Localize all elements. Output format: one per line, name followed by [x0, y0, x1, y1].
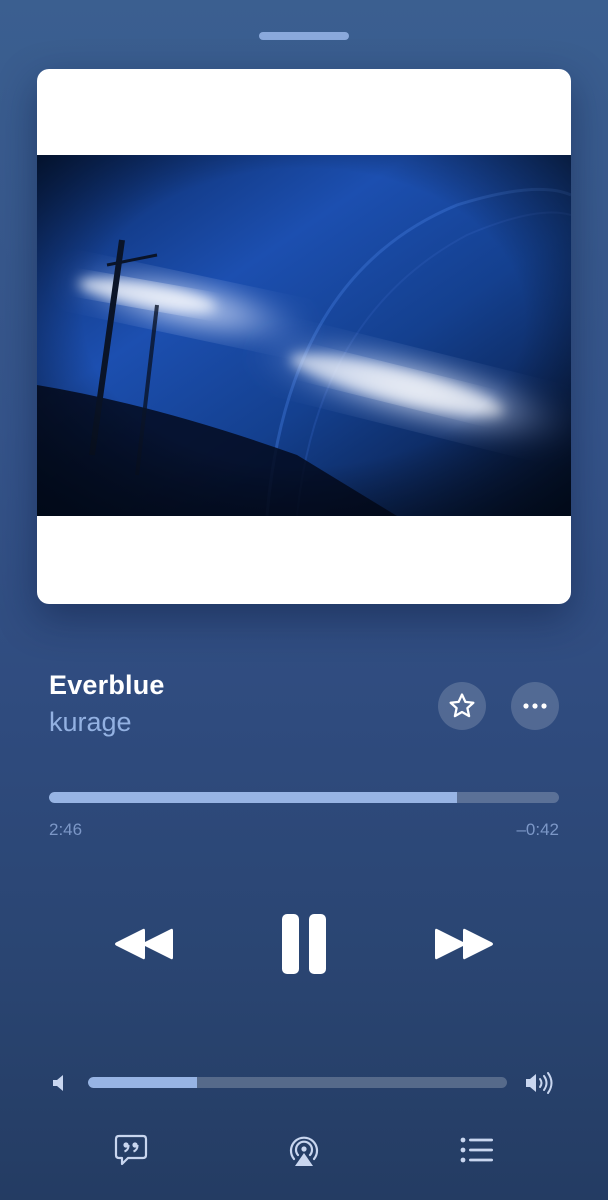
volume-level-fill	[88, 1077, 197, 1088]
remaining-time: –0:42	[516, 820, 559, 839]
lyrics-button[interactable]	[111, 1130, 151, 1170]
queue-list-icon	[460, 1137, 493, 1163]
artwork-photo	[37, 155, 571, 516]
playback-scrubber[interactable]	[49, 792, 559, 803]
sheet-grabber[interactable]	[259, 32, 349, 40]
rewind-button[interactable]	[110, 920, 178, 968]
speaker-high-icon	[526, 1072, 553, 1094]
more-options-button[interactable]	[511, 682, 559, 730]
airplay-icon	[289, 1136, 319, 1166]
volume-slider[interactable]	[88, 1077, 507, 1088]
lyrics-quote-icon	[114, 1134, 148, 1166]
elapsed-time: 2:46	[49, 820, 83, 839]
pause-button[interactable]	[276, 910, 332, 978]
favorite-button[interactable]	[438, 682, 486, 730]
star-icon	[449, 693, 475, 718]
ellipsis-icon	[523, 703, 547, 709]
fast-forward-icon	[435, 928, 493, 960]
queue-button[interactable]	[457, 1130, 497, 1170]
album-artwork	[37, 69, 571, 604]
airplay-button[interactable]	[284, 1130, 324, 1170]
track-artist[interactable]: kurage	[49, 707, 132, 738]
speaker-low-icon	[53, 1075, 63, 1091]
fast-forward-button[interactable]	[430, 920, 498, 968]
rewind-icon	[115, 928, 173, 960]
playback-progress-fill	[49, 792, 457, 803]
pause-icon	[282, 914, 326, 974]
track-title: Everblue	[49, 670, 165, 700]
